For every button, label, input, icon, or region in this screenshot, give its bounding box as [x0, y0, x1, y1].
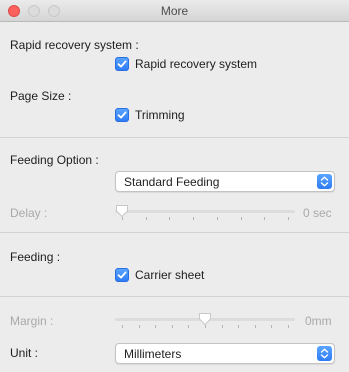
title-bar: More: [0, 0, 349, 22]
margin-value: 0mm: [305, 314, 332, 328]
rapid-recovery-section-label: Rapid recovery system :: [10, 38, 139, 52]
slider-tick: [221, 325, 223, 328]
slider-tick: [122, 217, 123, 220]
carrier-sheet-checkbox[interactable]: Carrier sheet: [115, 268, 204, 282]
margin-slider[interactable]: [115, 312, 295, 330]
trimming-checkbox[interactable]: Trimming: [115, 108, 185, 122]
rapid-recovery-checkbox[interactable]: Rapid recovery system: [115, 57, 257, 71]
slider-tick: [240, 217, 242, 220]
checkmark-icon: [115, 57, 129, 71]
slider-tick: [171, 325, 173, 328]
up-down-arrows-icon: [317, 346, 332, 361]
slider-tick: [271, 325, 273, 328]
trimming-checkbox-label: Trimming: [135, 108, 185, 122]
delay-label: Delay :: [10, 206, 48, 220]
delay-slider-knob[interactable]: [115, 204, 129, 218]
slider-tick: [205, 325, 206, 328]
slider-tick: [122, 325, 123, 328]
slider-tick: [193, 217, 195, 220]
checkmark-icon: [115, 268, 129, 282]
unit-label: Unit :: [10, 346, 39, 360]
slider-tick: [188, 325, 190, 328]
slider-tick: [155, 325, 157, 328]
section-divider: [0, 137, 349, 138]
checkmark-icon: [115, 108, 129, 122]
slider-tick: [264, 217, 266, 220]
slider-tick: [169, 217, 171, 220]
page-size-section-label: Page Size :: [10, 89, 72, 103]
feeding-option-popup[interactable]: Standard Feeding: [115, 171, 335, 192]
feeding-option-section-label: Feeding Option :: [10, 153, 99, 167]
slider-tick: [238, 325, 240, 328]
section-divider: [0, 232, 349, 233]
carrier-sheet-checkbox-label: Carrier sheet: [135, 268, 205, 282]
delay-slider-track: [115, 210, 295, 213]
feeding-section-label: Feeding :: [10, 250, 61, 264]
delay-value: 0 sec: [303, 206, 332, 220]
more-dialog: More Rapid recovery system : Rapid recov…: [0, 0, 349, 372]
margin-label: Margin :: [10, 314, 54, 328]
window-title: More: [160, 4, 189, 18]
slider-tick: [216, 217, 218, 220]
slider-tick: [145, 217, 147, 220]
slider-tick: [254, 325, 256, 328]
margin-slider-knob[interactable]: [198, 312, 212, 326]
unit-value: Millimeters: [124, 347, 182, 361]
slider-tick: [288, 217, 289, 220]
slider-tick: [138, 325, 140, 328]
up-down-arrows-icon: [317, 174, 332, 189]
section-divider: [0, 296, 349, 297]
slider-tick: [288, 325, 289, 328]
rapid-recovery-checkbox-label: Rapid recovery system: [135, 57, 258, 71]
feeding-option-value: Standard Feeding: [124, 175, 220, 189]
delay-slider[interactable]: [115, 204, 295, 222]
unit-popup[interactable]: Millimeters: [115, 343, 335, 364]
